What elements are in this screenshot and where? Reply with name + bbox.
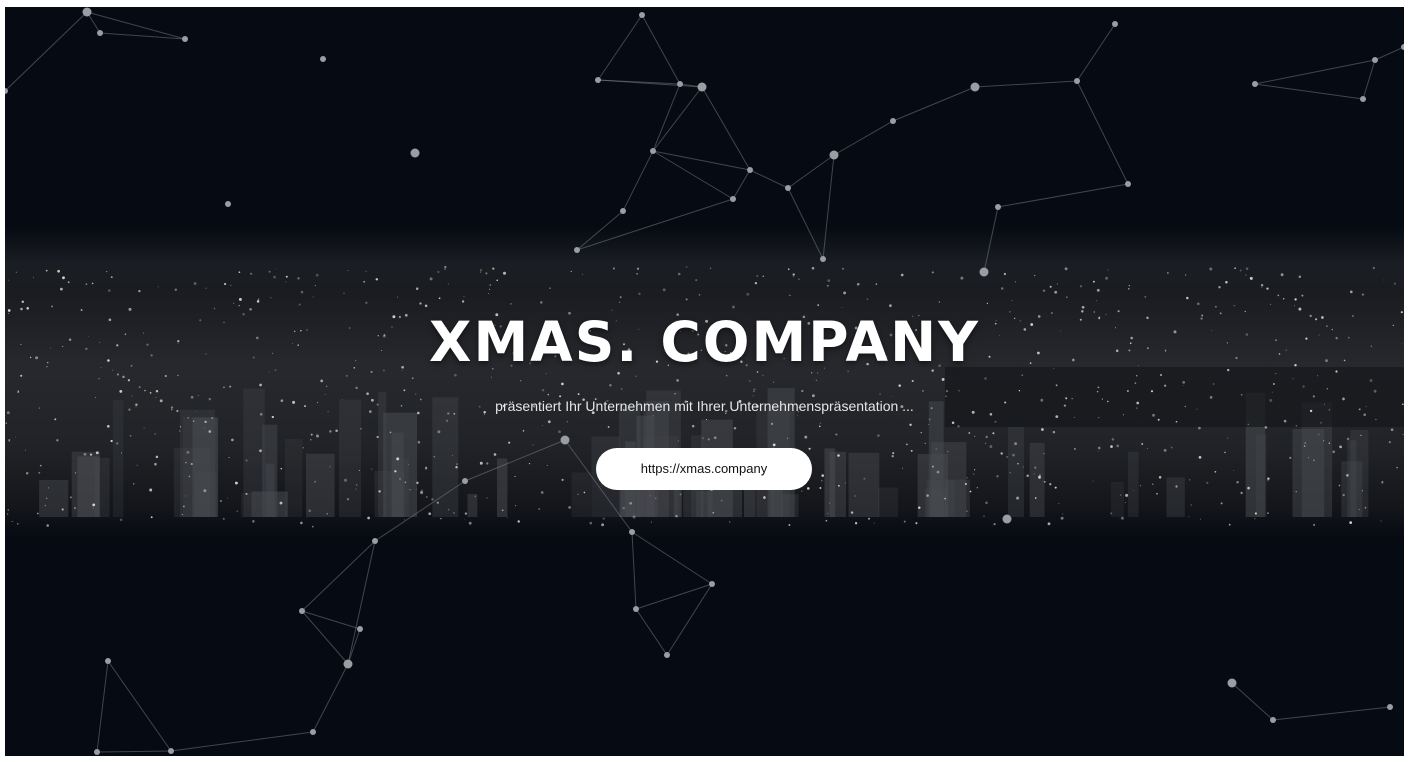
hero-content: XMAS. COMPANY präsentiert Ihr Unternehme…: [5, 7, 1404, 756]
hero-banner: XMAS. COMPANY präsentiert Ihr Unternehme…: [5, 7, 1404, 756]
hero-subtitle: präsentiert Ihr Unternehmen mit Ihrer Un…: [495, 398, 914, 414]
page-title: XMAS. COMPANY: [429, 310, 980, 374]
website-link-button[interactable]: https://xmas.company: [596, 448, 812, 490]
